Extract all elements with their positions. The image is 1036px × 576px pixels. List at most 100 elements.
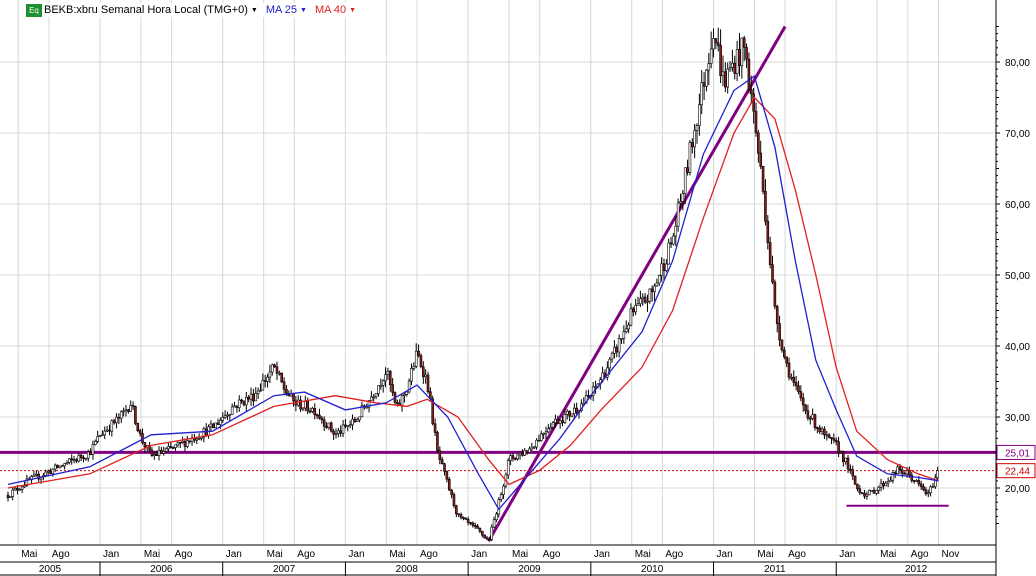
candle-body (75, 459, 78, 462)
candle-body (690, 142, 694, 148)
candle-body (70, 458, 74, 461)
candle-body (141, 433, 144, 443)
ma25-dropdown-arrow-icon[interactable]: ▼ (300, 7, 307, 14)
candle-body (509, 455, 512, 461)
candle-body (101, 434, 104, 437)
candle-body (82, 457, 85, 459)
candle-body (492, 519, 496, 528)
candle-body (77, 454, 81, 462)
candle-body (273, 364, 276, 368)
candle-body (827, 434, 831, 438)
candle-body (905, 470, 909, 475)
candle-body (544, 431, 548, 434)
candle-body (514, 458, 517, 460)
candle-body (386, 370, 390, 375)
candle-body (211, 423, 215, 429)
candle-body (672, 235, 675, 245)
candle-body (936, 470, 939, 479)
ma40-dropdown-arrow-icon[interactable]: ▼ (349, 7, 356, 14)
candle-body (346, 425, 350, 427)
x-month-label: Ago (420, 549, 438, 560)
candle-body (587, 395, 590, 398)
candle-body (785, 356, 788, 364)
x-month-label: Ago (665, 549, 683, 560)
candle-body (339, 430, 343, 434)
candle-body (438, 450, 442, 460)
x-year-label: 2012 (905, 564, 928, 575)
candle-body (832, 438, 836, 441)
candle-body (731, 62, 734, 68)
candle-body (853, 475, 857, 485)
candle-body (870, 489, 873, 492)
y-tick-label: 40,00 (1005, 342, 1030, 353)
candle-body (136, 423, 140, 431)
candle-body (98, 435, 102, 437)
candle-body (792, 376, 796, 383)
candle-body (469, 522, 472, 524)
candle-body (129, 405, 132, 412)
candle-body (778, 323, 781, 341)
candle-body (554, 418, 557, 423)
candle-body (412, 366, 416, 369)
candle-body (735, 49, 739, 74)
candle-body (716, 42, 720, 46)
candle-body (919, 483, 923, 487)
x-year-label: 2005 (39, 564, 62, 575)
candle-body (608, 358, 612, 369)
candle-body (709, 48, 713, 64)
candle-body (636, 303, 640, 306)
x-month-label: Mai (880, 549, 896, 560)
candle-body (839, 452, 843, 454)
candle-body (181, 440, 184, 444)
candle-body (254, 393, 258, 402)
candle-body (551, 422, 555, 428)
candle-body (351, 418, 354, 426)
candle-body (282, 381, 286, 390)
candle-body (223, 415, 227, 418)
candle-body (72, 459, 76, 461)
x-month-label: Jan (348, 549, 364, 560)
candle-body (433, 423, 437, 433)
candle-body (228, 413, 232, 416)
candle-body (127, 409, 130, 412)
candle-body (86, 451, 90, 459)
candle-body (903, 473, 906, 475)
candle-body (867, 490, 871, 496)
candle-body (757, 132, 760, 154)
price-chart[interactable]: 20,00 30,00 40,00 50,00 60,00 70,00 80,00 25,0… (0, 0, 1036, 576)
candle-body (877, 486, 880, 491)
candle-body (499, 494, 503, 500)
candle-body (719, 45, 722, 76)
candle-body (370, 396, 373, 401)
candle-body (344, 424, 347, 427)
candle-body (417, 350, 420, 356)
dropdown-arrow-icon[interactable]: ▼ (251, 7, 258, 14)
candle-body (478, 527, 482, 532)
candle-body (846, 457, 850, 470)
candle-body (450, 489, 453, 495)
candle-body (164, 448, 168, 452)
candle-body (669, 242, 673, 245)
candle-body (270, 364, 274, 373)
candle-body (280, 372, 284, 383)
candle-body (221, 417, 225, 421)
candle-body (91, 444, 95, 456)
candle-body (245, 396, 248, 406)
candle-body (662, 263, 666, 272)
candle-body (372, 396, 376, 399)
candle-body (403, 394, 406, 397)
candle-body (353, 418, 357, 422)
candle-body (35, 473, 38, 476)
candle-body (801, 397, 805, 406)
x-month-label: Mai (389, 549, 405, 560)
candle-body (56, 464, 59, 469)
candle-body (278, 372, 281, 375)
instrument-title: BEKB:xbru Semanal Hora Local (TMG+0) (44, 4, 248, 16)
candle-body (879, 482, 883, 488)
candle-body (292, 393, 295, 402)
candle-body (783, 349, 786, 358)
candle-body (186, 440, 189, 447)
candle-body (476, 525, 479, 529)
candle-body (823, 428, 826, 436)
x-month-label: Ago (911, 549, 929, 560)
